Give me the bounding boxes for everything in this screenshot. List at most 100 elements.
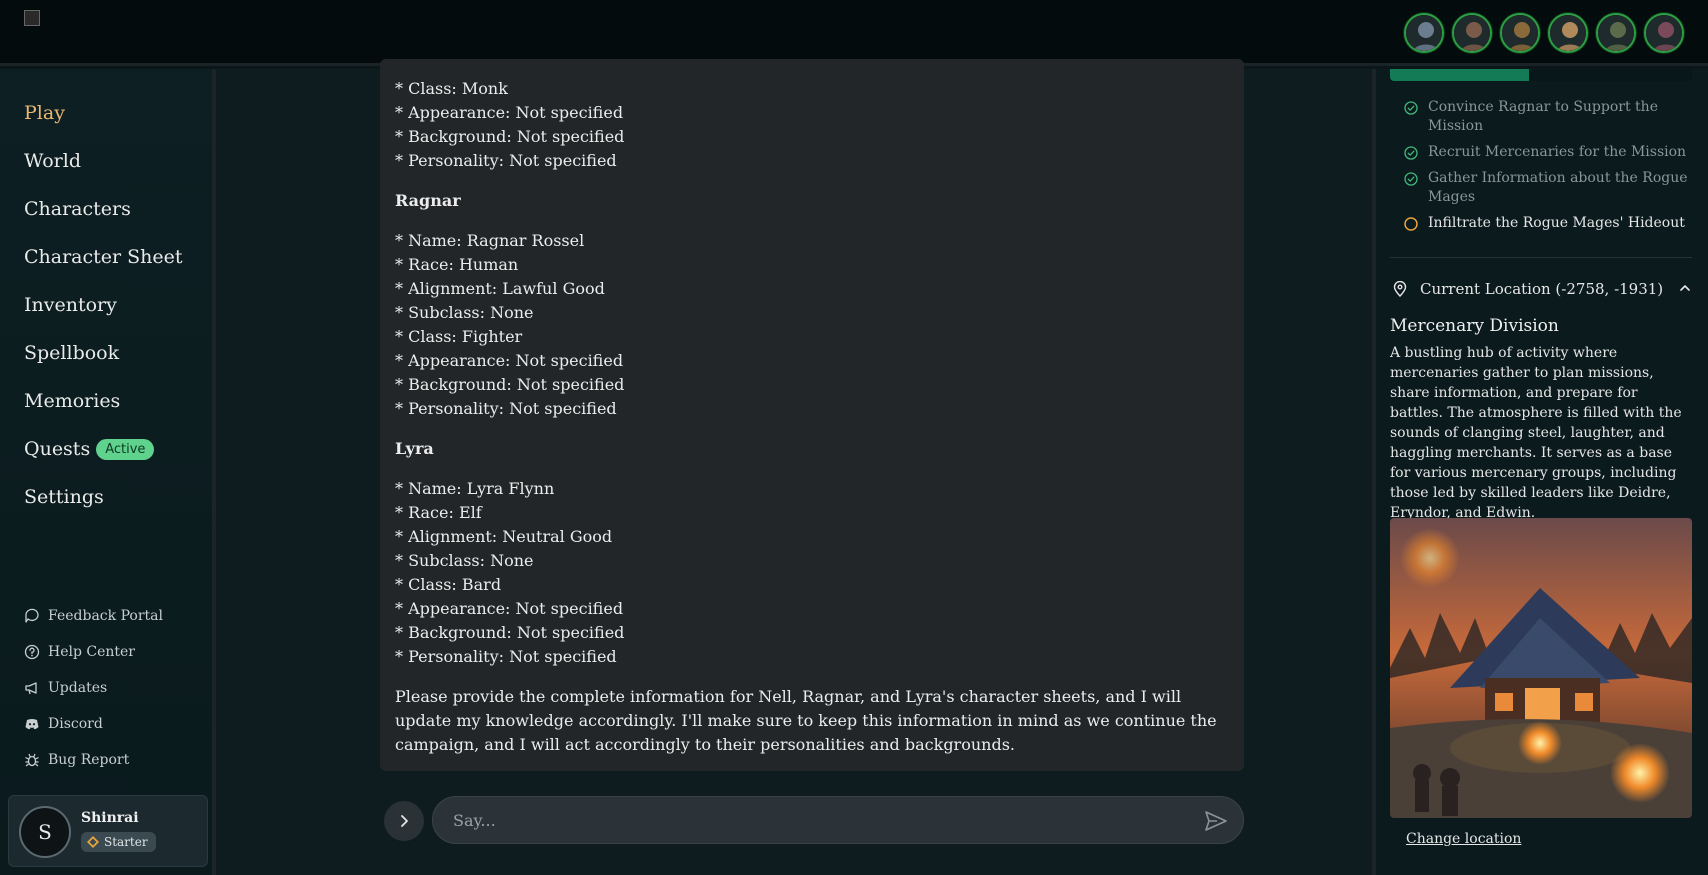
- nav-item-label: World: [24, 150, 81, 172]
- send-button[interactable]: [1204, 809, 1228, 833]
- discord-icon: [25, 719, 39, 730]
- current-location-toggle[interactable]: Current Location (-2758, -1931): [1392, 277, 1692, 301]
- nav-item-settings[interactable]: Settings: [24, 473, 183, 521]
- link-label: Discord: [48, 716, 103, 732]
- nav-item-label: Spellbook: [24, 342, 120, 364]
- nav-item-label: Quests: [24, 438, 91, 460]
- location-image: [1390, 518, 1692, 818]
- link-help-center[interactable]: Help Center: [24, 634, 163, 670]
- sidebar-nav: Play World Characters Character Sheet Invent…: [24, 89, 183, 521]
- quests-active-badge: Active: [96, 438, 155, 460]
- nav-item-label: Settings: [24, 486, 104, 508]
- expand-actions-button[interactable]: [384, 801, 424, 841]
- assistant-message: * Class: Monk * Appearance: Not specified…: [380, 59, 1244, 771]
- objective-item: Infiltrate the Rogue Mages' Hideout: [1404, 214, 1694, 233]
- map-pin-icon: [1393, 281, 1407, 297]
- party-avatar-3[interactable]: [1500, 13, 1540, 53]
- nav-item-play[interactable]: Play: [24, 89, 183, 137]
- link-discord[interactable]: Discord: [24, 706, 163, 742]
- link-bug-report[interactable]: Bug Report: [24, 742, 163, 778]
- nav-item-character-sheet[interactable]: Character Sheet: [24, 233, 183, 281]
- nav-item-inventory[interactable]: Inventory: [24, 281, 183, 329]
- diamond-icon: [87, 836, 99, 848]
- link-label: Help Center: [48, 644, 136, 660]
- change-location-link[interactable]: Change location: [1406, 831, 1521, 847]
- message-line: * Subclass: None: [395, 551, 534, 570]
- nav-item-label: Memories: [24, 390, 121, 412]
- objective-text: Recruit Mercenaries for the Mission: [1428, 144, 1687, 160]
- message-line: * Appearance: Not specified: [395, 351, 624, 370]
- mercenary-camp-illustration: [1390, 518, 1692, 818]
- link-updates[interactable]: Updates: [24, 670, 163, 706]
- help-circle-icon: [24, 644, 40, 660]
- message-line: * Appearance: Not specified: [395, 103, 624, 122]
- message-line: * Background: Not specified: [395, 375, 625, 394]
- message-line: * Class: Fighter: [395, 327, 523, 346]
- user-name: Shinrai: [81, 810, 139, 826]
- objective-text: Gather Information about the Rogue Mages: [1428, 170, 1688, 205]
- nav-item-label: Characters: [24, 198, 131, 220]
- message-line: * Personality: Not specified: [395, 151, 617, 170]
- message-line: * Personality: Not specified: [395, 647, 617, 666]
- sidebar: Play World Characters Character Sheet Invent…: [0, 69, 216, 875]
- bug-icon: [25, 753, 39, 767]
- check-circle-icon: [1404, 101, 1418, 115]
- party-avatar-5[interactable]: [1596, 13, 1636, 53]
- message-line: * Name: Ragnar Rossel: [395, 231, 585, 250]
- location-title: Mercenary Division: [1390, 316, 1559, 336]
- nav-item-memories[interactable]: Memories: [24, 377, 183, 425]
- quest-panel: Convince Ragnar to Support the Mission Re…: [1372, 69, 1708, 875]
- message-line: * Class: Bard: [395, 575, 502, 594]
- message-line: * Personality: Not specified: [395, 399, 617, 418]
- current-location-label: Current Location (-2758, -1931): [1420, 280, 1664, 298]
- chevron-up-icon: [1680, 285, 1690, 291]
- user-card[interactable]: S Shinrai Starter: [8, 795, 208, 867]
- pending-circle-icon: [1404, 217, 1418, 231]
- party-avatar-6[interactable]: [1644, 13, 1684, 53]
- message-line: * Name: Lyra Flynn: [395, 479, 555, 498]
- nav-item-world[interactable]: World: [24, 137, 183, 185]
- quest-progress-fill: [1390, 69, 1529, 81]
- quest-progress-bar: [1390, 69, 1692, 81]
- message-line: * Alignment: Lawful Good: [395, 279, 605, 298]
- check-circle-icon: [1404, 146, 1418, 160]
- message-line: * Background: Not specified: [395, 127, 625, 146]
- tier-label: Starter: [104, 835, 148, 849]
- party-avatar-2[interactable]: [1452, 13, 1492, 53]
- user-avatar[interactable]: S: [19, 806, 71, 858]
- tier-badge: Starter: [81, 832, 156, 852]
- party-avatar-4[interactable]: [1548, 13, 1588, 53]
- message-line: * Race: Elf: [395, 503, 482, 522]
- chevron-right-icon: [401, 815, 408, 827]
- nav-item-characters[interactable]: Characters: [24, 185, 183, 233]
- say-input[interactable]: [432, 796, 1244, 844]
- objective-text: Infiltrate the Rogue Mages' Hideout: [1428, 215, 1685, 231]
- objective-item: Gather Information about the Rogue Mages: [1404, 169, 1694, 207]
- nav-item-label: Inventory: [24, 294, 117, 316]
- nav-item-quests[interactable]: Quests Active: [24, 425, 183, 473]
- sidebar-links: Feedback Portal Help Center Updates Discord…: [24, 598, 163, 778]
- objective-item: Convince Ragnar to Support the Mission: [1404, 98, 1694, 136]
- message-line: * Background: Not specified: [395, 623, 625, 642]
- message-closing: Please provide the complete information …: [395, 687, 1217, 754]
- app-logo[interactable]: [24, 10, 40, 26]
- quest-objectives: Convince Ragnar to Support the Mission Re…: [1404, 98, 1694, 240]
- chat-area: * Class: Monk * Appearance: Not specified…: [216, 59, 1372, 875]
- send-icon: [1205, 811, 1227, 831]
- link-label: Feedback Portal: [48, 608, 163, 624]
- character-heading: Lyra: [395, 439, 434, 458]
- nav-item-spellbook[interactable]: Spellbook: [24, 329, 183, 377]
- link-label: Updates: [48, 680, 108, 696]
- message-line: * Subclass: None: [395, 303, 534, 322]
- message-line: * Race: Human: [395, 255, 519, 274]
- location-description: A bustling hub of activity where mercena…: [1390, 345, 1682, 521]
- chat-bubble-icon: [25, 608, 39, 623]
- party-avatar-1[interactable]: [1404, 13, 1444, 53]
- objective-item: Recruit Mercenaries for the Mission: [1404, 143, 1694, 162]
- link-feedback-portal[interactable]: Feedback Portal: [24, 598, 163, 634]
- panel-divider: [1390, 257, 1692, 258]
- objective-text: Convince Ragnar to Support the Mission: [1428, 99, 1658, 134]
- message-line: * Appearance: Not specified: [395, 599, 624, 618]
- check-circle-icon: [1404, 172, 1418, 186]
- message-line: * Alignment: Neutral Good: [395, 527, 613, 546]
